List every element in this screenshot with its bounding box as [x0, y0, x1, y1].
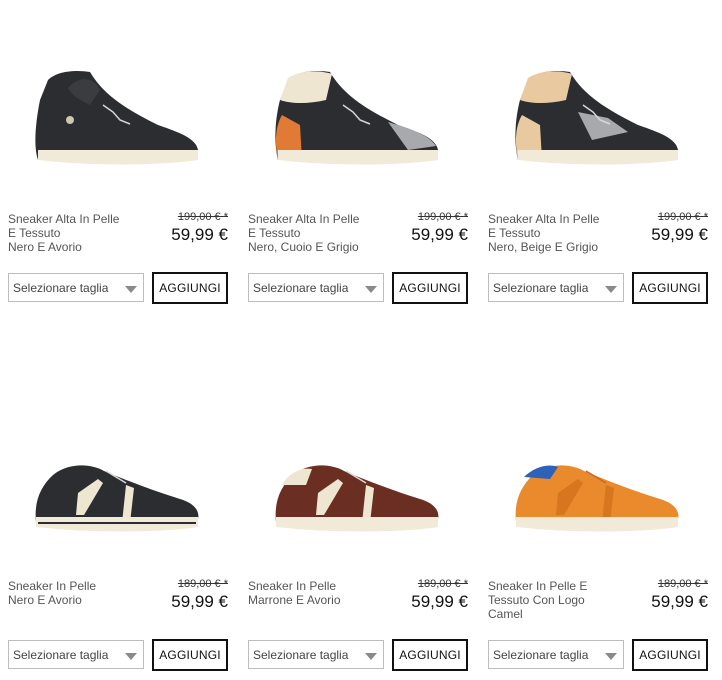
- old-price: 189,00 € *: [657, 578, 708, 590]
- chevron-down-icon: [365, 286, 377, 293]
- add-to-cart-button[interactable]: AGGIUNGI: [632, 272, 708, 304]
- product-name-line: Sneaker Alta In Pelle: [8, 212, 120, 226]
- product-name-line: E Tessuto: [248, 226, 301, 240]
- size-select[interactable]: Selezionare taglia: [8, 273, 144, 302]
- sale-price: 59,99 €: [411, 225, 468, 244]
- chevron-down-icon: [125, 286, 137, 293]
- chevron-down-icon: [605, 653, 617, 660]
- sale-price: 59,99 €: [411, 592, 468, 611]
- add-to-cart-button[interactable]: AGGIUNGI: [392, 639, 468, 671]
- product-name[interactable]: Sneaker Alta In Pelle E Tessuto Nero E A…: [8, 212, 138, 254]
- sneaker-image: [515, 70, 678, 165]
- chevron-down-icon: [125, 653, 137, 660]
- product-image[interactable]: [488, 367, 708, 557]
- size-select[interactable]: Selezionare taglia: [488, 273, 624, 302]
- old-price: 199,00 € *: [417, 211, 468, 223]
- product-card: Sneaker In Pelle Nero E Avorio 189,00 € …: [8, 367, 228, 672]
- sneaker-image: [515, 465, 679, 532]
- product-image[interactable]: [248, 367, 468, 557]
- sale-price: 59,99 €: [171, 592, 228, 611]
- size-select-label: Selezionare taglia: [253, 281, 349, 295]
- product-name[interactable]: Sneaker Alta In Pelle E Tessuto Nero, Cu…: [248, 212, 378, 254]
- sneaker-image: [275, 70, 438, 165]
- old-price: 199,00 € *: [657, 211, 708, 223]
- product-name[interactable]: Sneaker In Pelle Nero E Avorio: [8, 579, 138, 607]
- size-select[interactable]: Selezionare taglia: [248, 273, 384, 302]
- product-name-line: Sneaker Alta In Pelle: [248, 212, 360, 226]
- add-to-cart-button[interactable]: AGGIUNGI: [152, 272, 228, 304]
- product-image[interactable]: [248, 0, 468, 190]
- add-to-cart-button[interactable]: AGGIUNGI: [392, 272, 468, 304]
- chevron-down-icon: [605, 286, 617, 293]
- product-name-line: Sneaker In Pelle: [8, 579, 97, 593]
- product-card: Sneaker Alta In Pelle E Tessuto Nero, Cu…: [248, 0, 468, 305]
- old-price: 189,00 € *: [177, 578, 228, 590]
- product-card: Sneaker Alta In Pelle E Tessuto Nero E A…: [8, 0, 228, 305]
- size-select-label: Selezionare taglia: [13, 281, 109, 295]
- product-name-line: Sneaker Alta In Pelle: [488, 212, 600, 226]
- product-name[interactable]: Sneaker In Pelle Marrone E Avorio: [248, 579, 378, 607]
- product-name-line: Nero E Avorio: [8, 593, 82, 607]
- add-to-cart-button[interactable]: AGGIUNGI: [632, 639, 708, 671]
- product-name-line: Nero, Beige E Grigio: [488, 240, 599, 254]
- old-price: 189,00 € *: [417, 578, 468, 590]
- size-select[interactable]: Selezionare taglia: [248, 640, 384, 669]
- sneaker-image: [275, 465, 439, 532]
- old-price: 199,00 € *: [177, 211, 228, 223]
- product-card: Sneaker In Pelle E Tessuto Con Logo Came…: [488, 367, 708, 672]
- product-grid: Sneaker Alta In Pelle E Tessuto Nero E A…: [0, 0, 722, 680]
- size-select-label: Selezionare taglia: [253, 648, 349, 662]
- product-name-line: Sneaker In Pelle E: [488, 579, 588, 593]
- size-select-label: Selezionare taglia: [13, 648, 109, 662]
- sale-price: 59,99 €: [651, 225, 708, 244]
- size-select[interactable]: Selezionare taglia: [488, 640, 624, 669]
- product-name-line: E Tessuto: [8, 226, 61, 240]
- product-image[interactable]: [488, 0, 708, 190]
- product-name-line: E Tessuto: [488, 226, 541, 240]
- sale-price: 59,99 €: [651, 592, 708, 611]
- size-select-label: Selezionare taglia: [493, 648, 589, 662]
- product-card: Sneaker Alta In Pelle E Tessuto Nero, Be…: [488, 0, 708, 305]
- product-name-line: Sneaker In Pelle: [248, 579, 337, 593]
- size-select-label: Selezionare taglia: [493, 281, 589, 295]
- product-image[interactable]: [8, 0, 228, 190]
- product-name-line: Marrone E Avorio: [248, 593, 341, 607]
- add-to-cart-button[interactable]: AGGIUNGI: [152, 639, 228, 671]
- sneaker-image: [35, 70, 198, 165]
- product-card: Sneaker In Pelle Marrone E Avorio 189,00…: [248, 367, 468, 672]
- product-name-line: Tessuto Con Logo: [488, 593, 585, 607]
- chevron-down-icon: [365, 653, 377, 660]
- product-image[interactable]: [8, 367, 228, 557]
- size-select[interactable]: Selezionare taglia: [8, 640, 144, 669]
- product-name-line: Nero E Avorio: [8, 240, 82, 254]
- product-name[interactable]: Sneaker Alta In Pelle E Tessuto Nero, Be…: [488, 212, 618, 254]
- sale-price: 59,99 €: [171, 225, 228, 244]
- product-name[interactable]: Sneaker In Pelle E Tessuto Con Logo Came…: [488, 579, 618, 621]
- product-name-line: Camel: [488, 607, 523, 621]
- sneaker-image: [35, 465, 199, 532]
- product-name-line: Nero, Cuoio E Grigio: [248, 240, 359, 254]
